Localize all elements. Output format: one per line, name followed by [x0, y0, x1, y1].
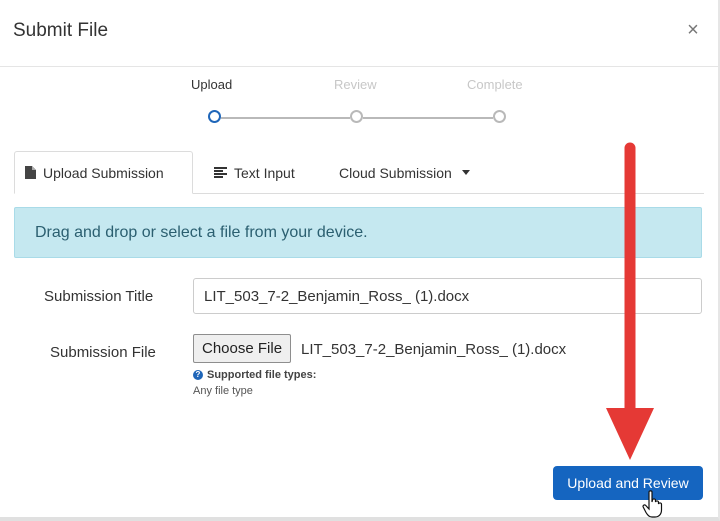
tab-text-input[interactable]: Text Input [204, 151, 316, 194]
supported-types-label: Supported file types: [207, 369, 317, 381]
supported-types-value: Any file type [193, 385, 253, 397]
step-label-review: Review [334, 77, 377, 92]
step-label-upload: Upload [191, 77, 233, 92]
tab-label: Text Input [234, 164, 295, 181]
annotation-arrow-icon [606, 142, 654, 460]
question-circle-icon: ? [193, 370, 203, 380]
submission-title-label: Submission Title [44, 288, 154, 305]
step-dot-upload [208, 110, 221, 123]
step-dot-complete [493, 110, 506, 123]
dialog-header: Submit File × [0, 0, 718, 67]
banner-text: Drag and drop or select a file from your… [35, 223, 368, 241]
tab-label: Upload Submission [43, 164, 164, 181]
hand-pointer-icon [642, 490, 663, 518]
supported-types-help: ? Supported file types: [193, 369, 316, 381]
document-icon [25, 166, 36, 179]
tab-upload-submission[interactable]: Upload Submission [14, 151, 193, 194]
step-connector [221, 117, 350, 119]
info-banner: Drag and drop or select a file from your… [14, 207, 702, 258]
step-dot-review [350, 110, 363, 123]
close-button[interactable]: × [683, 20, 703, 40]
dialog-title: Submit File [13, 20, 109, 41]
choose-file-button[interactable]: Choose File [193, 334, 292, 363]
tab-cloud-submission[interactable]: Cloud Submission [329, 151, 489, 194]
text-lines-icon [214, 167, 227, 178]
step-label-complete: Complete [467, 77, 523, 92]
upload-and-review-button[interactable]: Upload and Review [553, 466, 703, 500]
caret-down-icon [461, 170, 470, 175]
tab-label: Cloud Submission [339, 164, 452, 181]
selected-file-name: LIT_503_7-2_Benjamin_Ross_ (1).docx [301, 341, 567, 358]
submission-file-label: Submission File [50, 344, 156, 361]
step-connector [363, 117, 493, 119]
